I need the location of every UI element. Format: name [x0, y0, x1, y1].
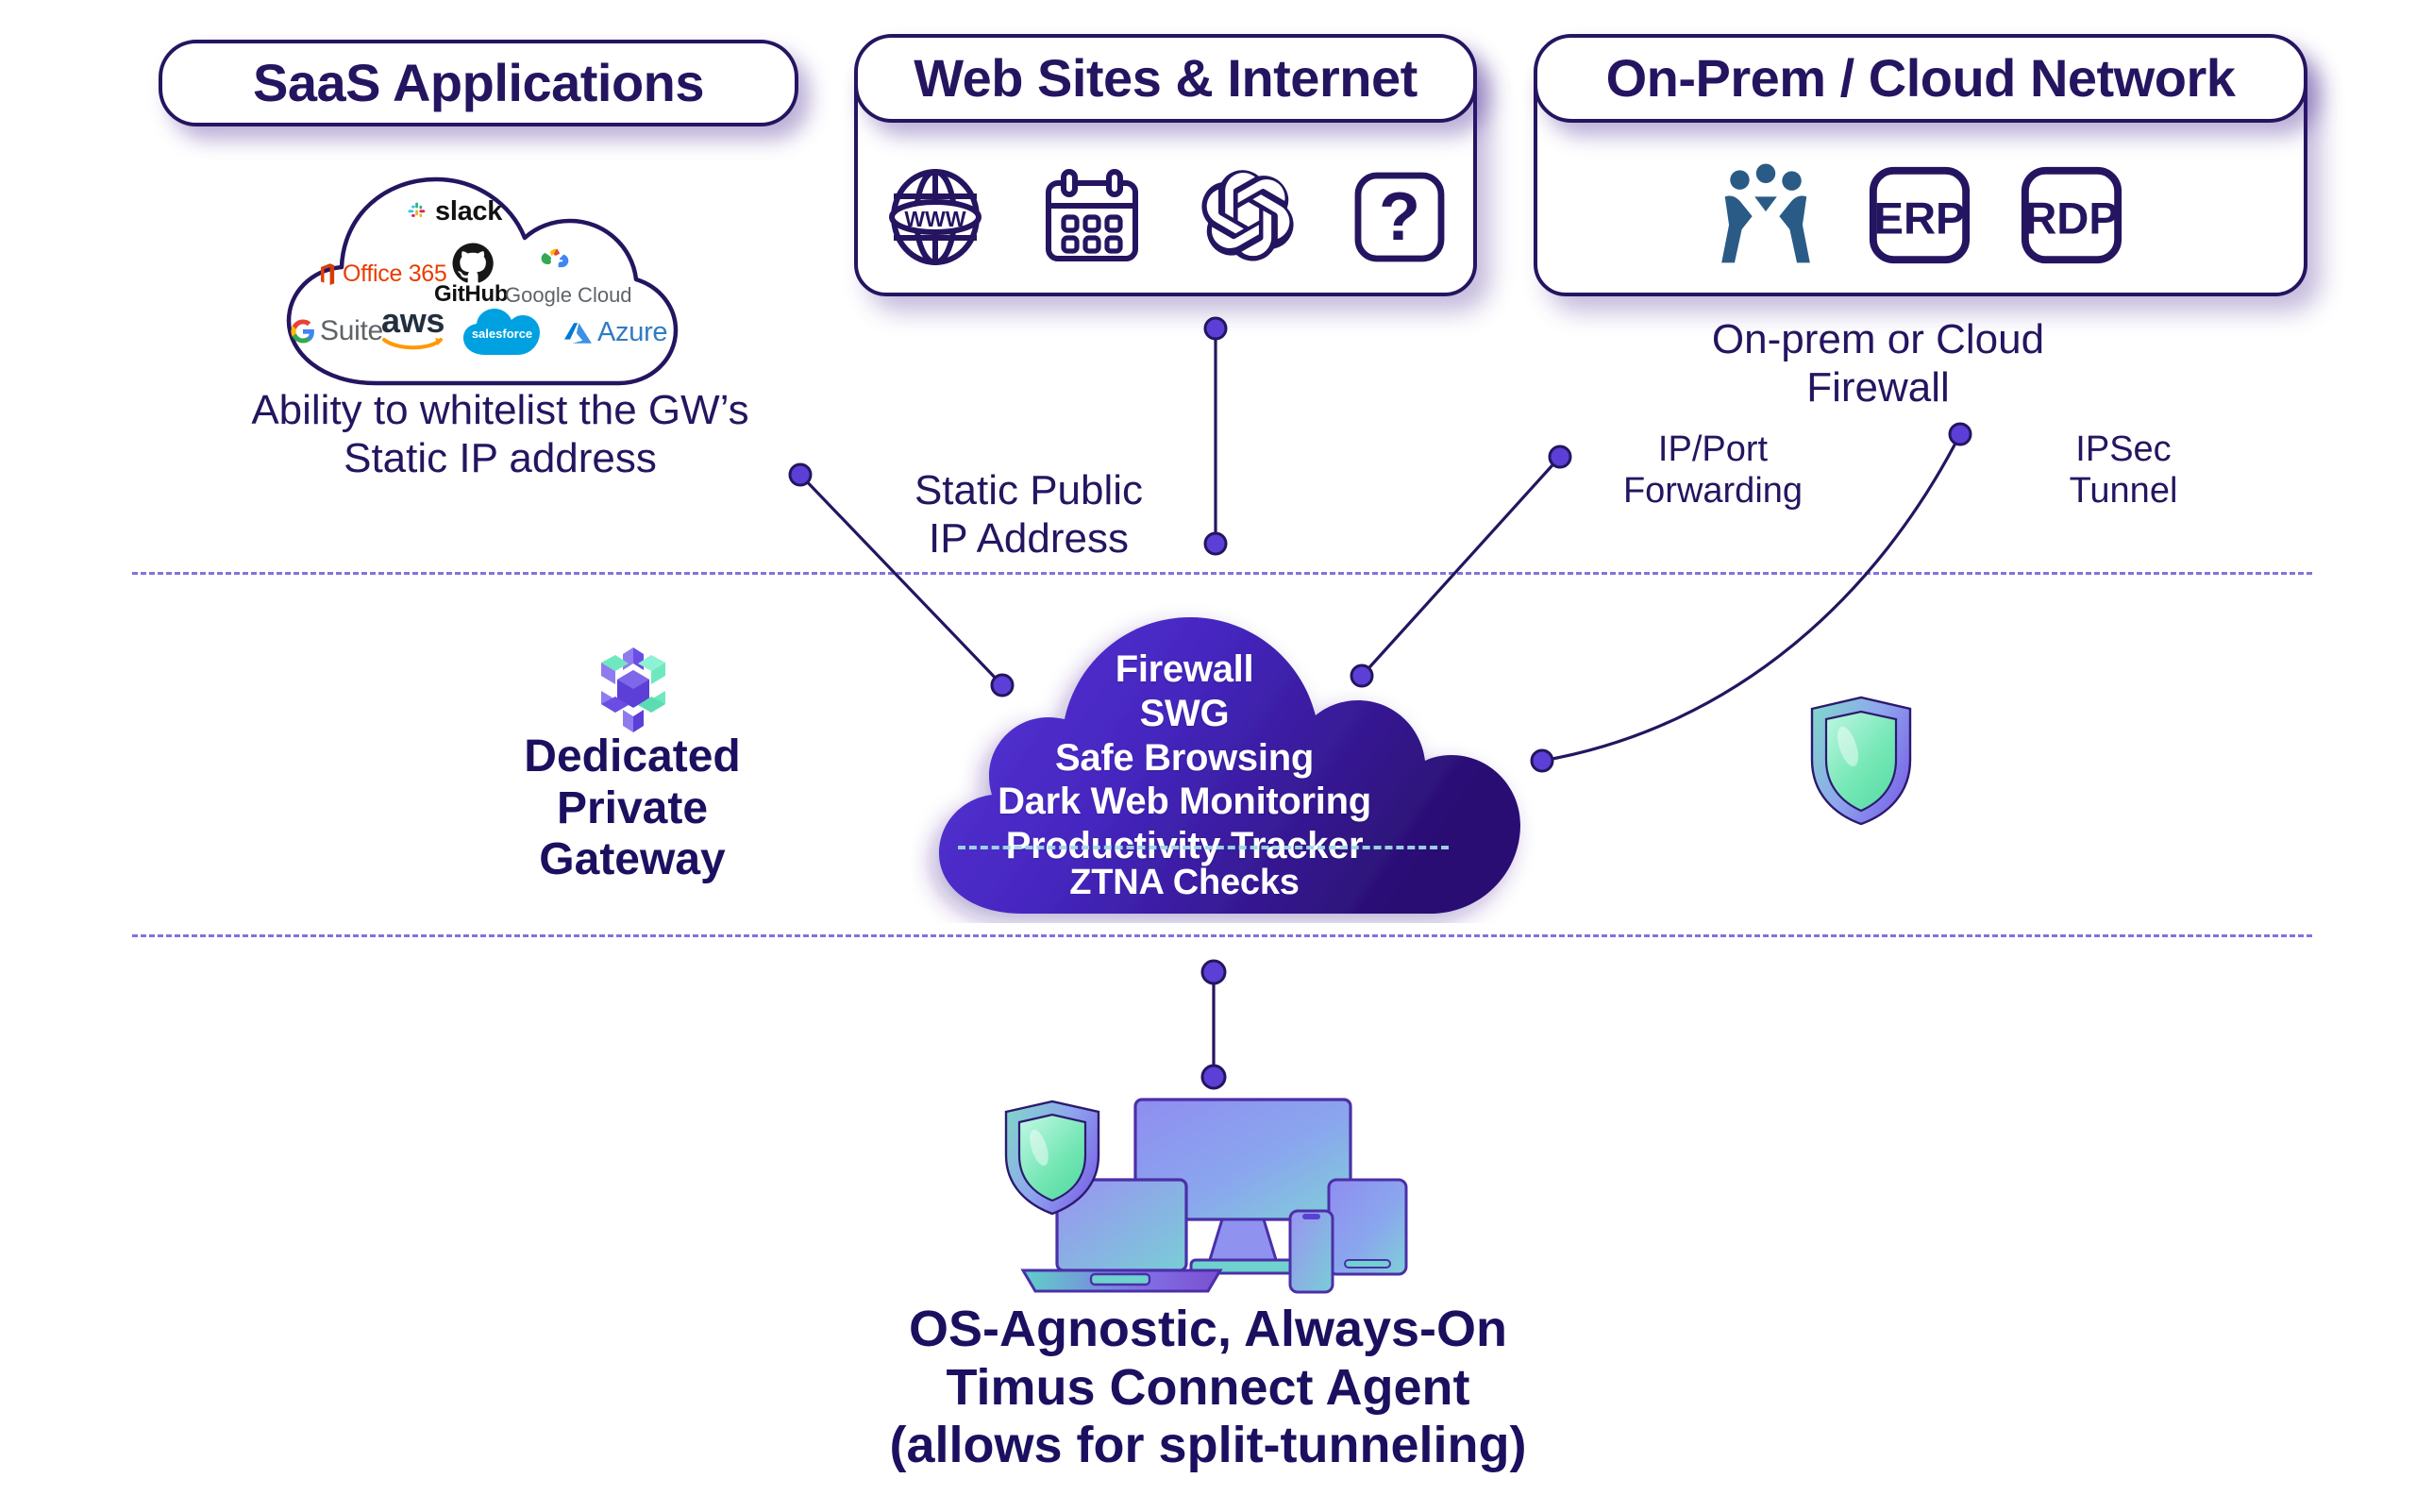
office365-icon: [321, 262, 335, 285]
web-icon-row: WWW ?: [882, 165, 1449, 269]
shield-graphic: [1810, 696, 1912, 826]
diagram-canvas: SaaS Applications slack Office 365 GitHu…: [0, 0, 2416, 1512]
openai-icon[interactable]: [1196, 168, 1300, 266]
logo-office365: Office 365: [317, 260, 447, 288]
logo-gsuite-label: Suite: [320, 315, 383, 346]
core-cloud-divider: [958, 846, 1449, 849]
google-cloud-icon: [541, 248, 569, 268]
slack-icon: [408, 202, 426, 217]
logo-aws: aws: [381, 301, 445, 356]
logo-office365-label: Office 365: [343, 260, 447, 287]
phone-icon: [1288, 1209, 1334, 1294]
github-icon: [452, 243, 494, 283]
logo-azure-label: Azure: [597, 317, 668, 347]
erp-icon[interactable]: ERP: [1866, 162, 1973, 268]
tablet-icon: [1327, 1178, 1408, 1276]
panel-heading-onprem-label: On-Prem / Cloud Network: [1605, 48, 2236, 108]
devices-graphic: [1004, 1098, 1408, 1294]
core-cloud-services: Firewall SWG Safe Browsing Dark Web Moni…: [998, 648, 1371, 867]
logo-google-cloud-label: Google Cloud: [505, 283, 632, 308]
panel-heading-saas-label: SaaS Applications: [253, 53, 705, 112]
annotation-ipsec-tunnel: IPSec Tunnel: [2069, 429, 2178, 511]
logo-azure: Azure: [564, 317, 668, 348]
panel-heading-web-label: Web Sites & Internet: [914, 48, 1418, 108]
salesforce-icon: salesforce: [463, 309, 540, 355]
question-mark-icon[interactable]: ?: [1351, 168, 1449, 266]
logo-salesforce: salesforce: [461, 306, 544, 363]
svg-text:WWW: WWW: [904, 207, 965, 231]
gateway-snowflake: [585, 642, 681, 743]
logo-google-cloud-mark: [538, 245, 574, 278]
panel-heading-saas[interactable]: SaaS Applications: [159, 40, 798, 126]
calendar-icon[interactable]: [1039, 168, 1145, 266]
svg-text:ERP: ERP: [1874, 193, 1966, 244]
citrix-icon[interactable]: [1710, 162, 1821, 268]
aws-swoosh-icon: [381, 338, 443, 350]
snowflake-icon: [601, 647, 665, 732]
svg-text:?: ?: [1379, 179, 1420, 255]
annotation-ip-port-forwarding: IP/Port Forwarding: [1622, 429, 1804, 511]
logo-slack: slack: [406, 196, 502, 227]
azure-icon: [564, 322, 592, 344]
band-divider-lower: [132, 934, 2312, 937]
annotation-onprem-firewall: On-prem or Cloud Firewall: [1711, 316, 2045, 411]
onprem-icon-row: ERP RDP: [1710, 162, 2125, 268]
rdp-icon[interactable]: RDP: [2018, 162, 2125, 268]
google-g-icon: [291, 319, 314, 344]
logo-gsuite: Suite: [291, 315, 383, 347]
annotation-saas-whitelist: Ability to whitelist the GW’s Static IP …: [251, 387, 749, 481]
logo-aws-label: aws: [381, 301, 445, 340]
wire-web-dot-start: [1203, 316, 1228, 341]
gateway-label: Dedicated Private Gateway: [524, 731, 741, 885]
svg-text:RDP: RDP: [2024, 193, 2119, 244]
band-divider-upper: [132, 572, 2312, 575]
core-cloud-ztna: ZTNA Checks: [1069, 863, 1300, 902]
annotation-static-public-ip: Static Public IP Address: [914, 467, 1144, 562]
device-cluster: [982, 1085, 1425, 1307]
devices-caption: OS-Agnostic, Always-On Timus Connect Age…: [889, 1301, 1527, 1474]
wire-devices-dot-start: [1200, 959, 1227, 985]
panel-heading-web[interactable]: Web Sites & Internet: [854, 34, 1477, 123]
logo-slack-label: slack: [435, 196, 503, 227]
www-globe-icon[interactable]: WWW: [882, 168, 988, 266]
google-cloud-text: Google Cloud: [505, 283, 632, 307]
core-security-cloud: Firewall SWG Safe Browsing Dark Web Moni…: [911, 602, 1552, 923]
logo-github-label: GitHub: [434, 281, 509, 307]
panel-heading-onprem[interactable]: On-Prem / Cloud Network: [1534, 34, 2307, 123]
saas-application-cloud: slack Office 365 GitHub Google Cloud Sui…: [264, 159, 689, 395]
svg-text:salesforce: salesforce: [472, 327, 532, 341]
security-shield-icon: [1803, 694, 1921, 832]
